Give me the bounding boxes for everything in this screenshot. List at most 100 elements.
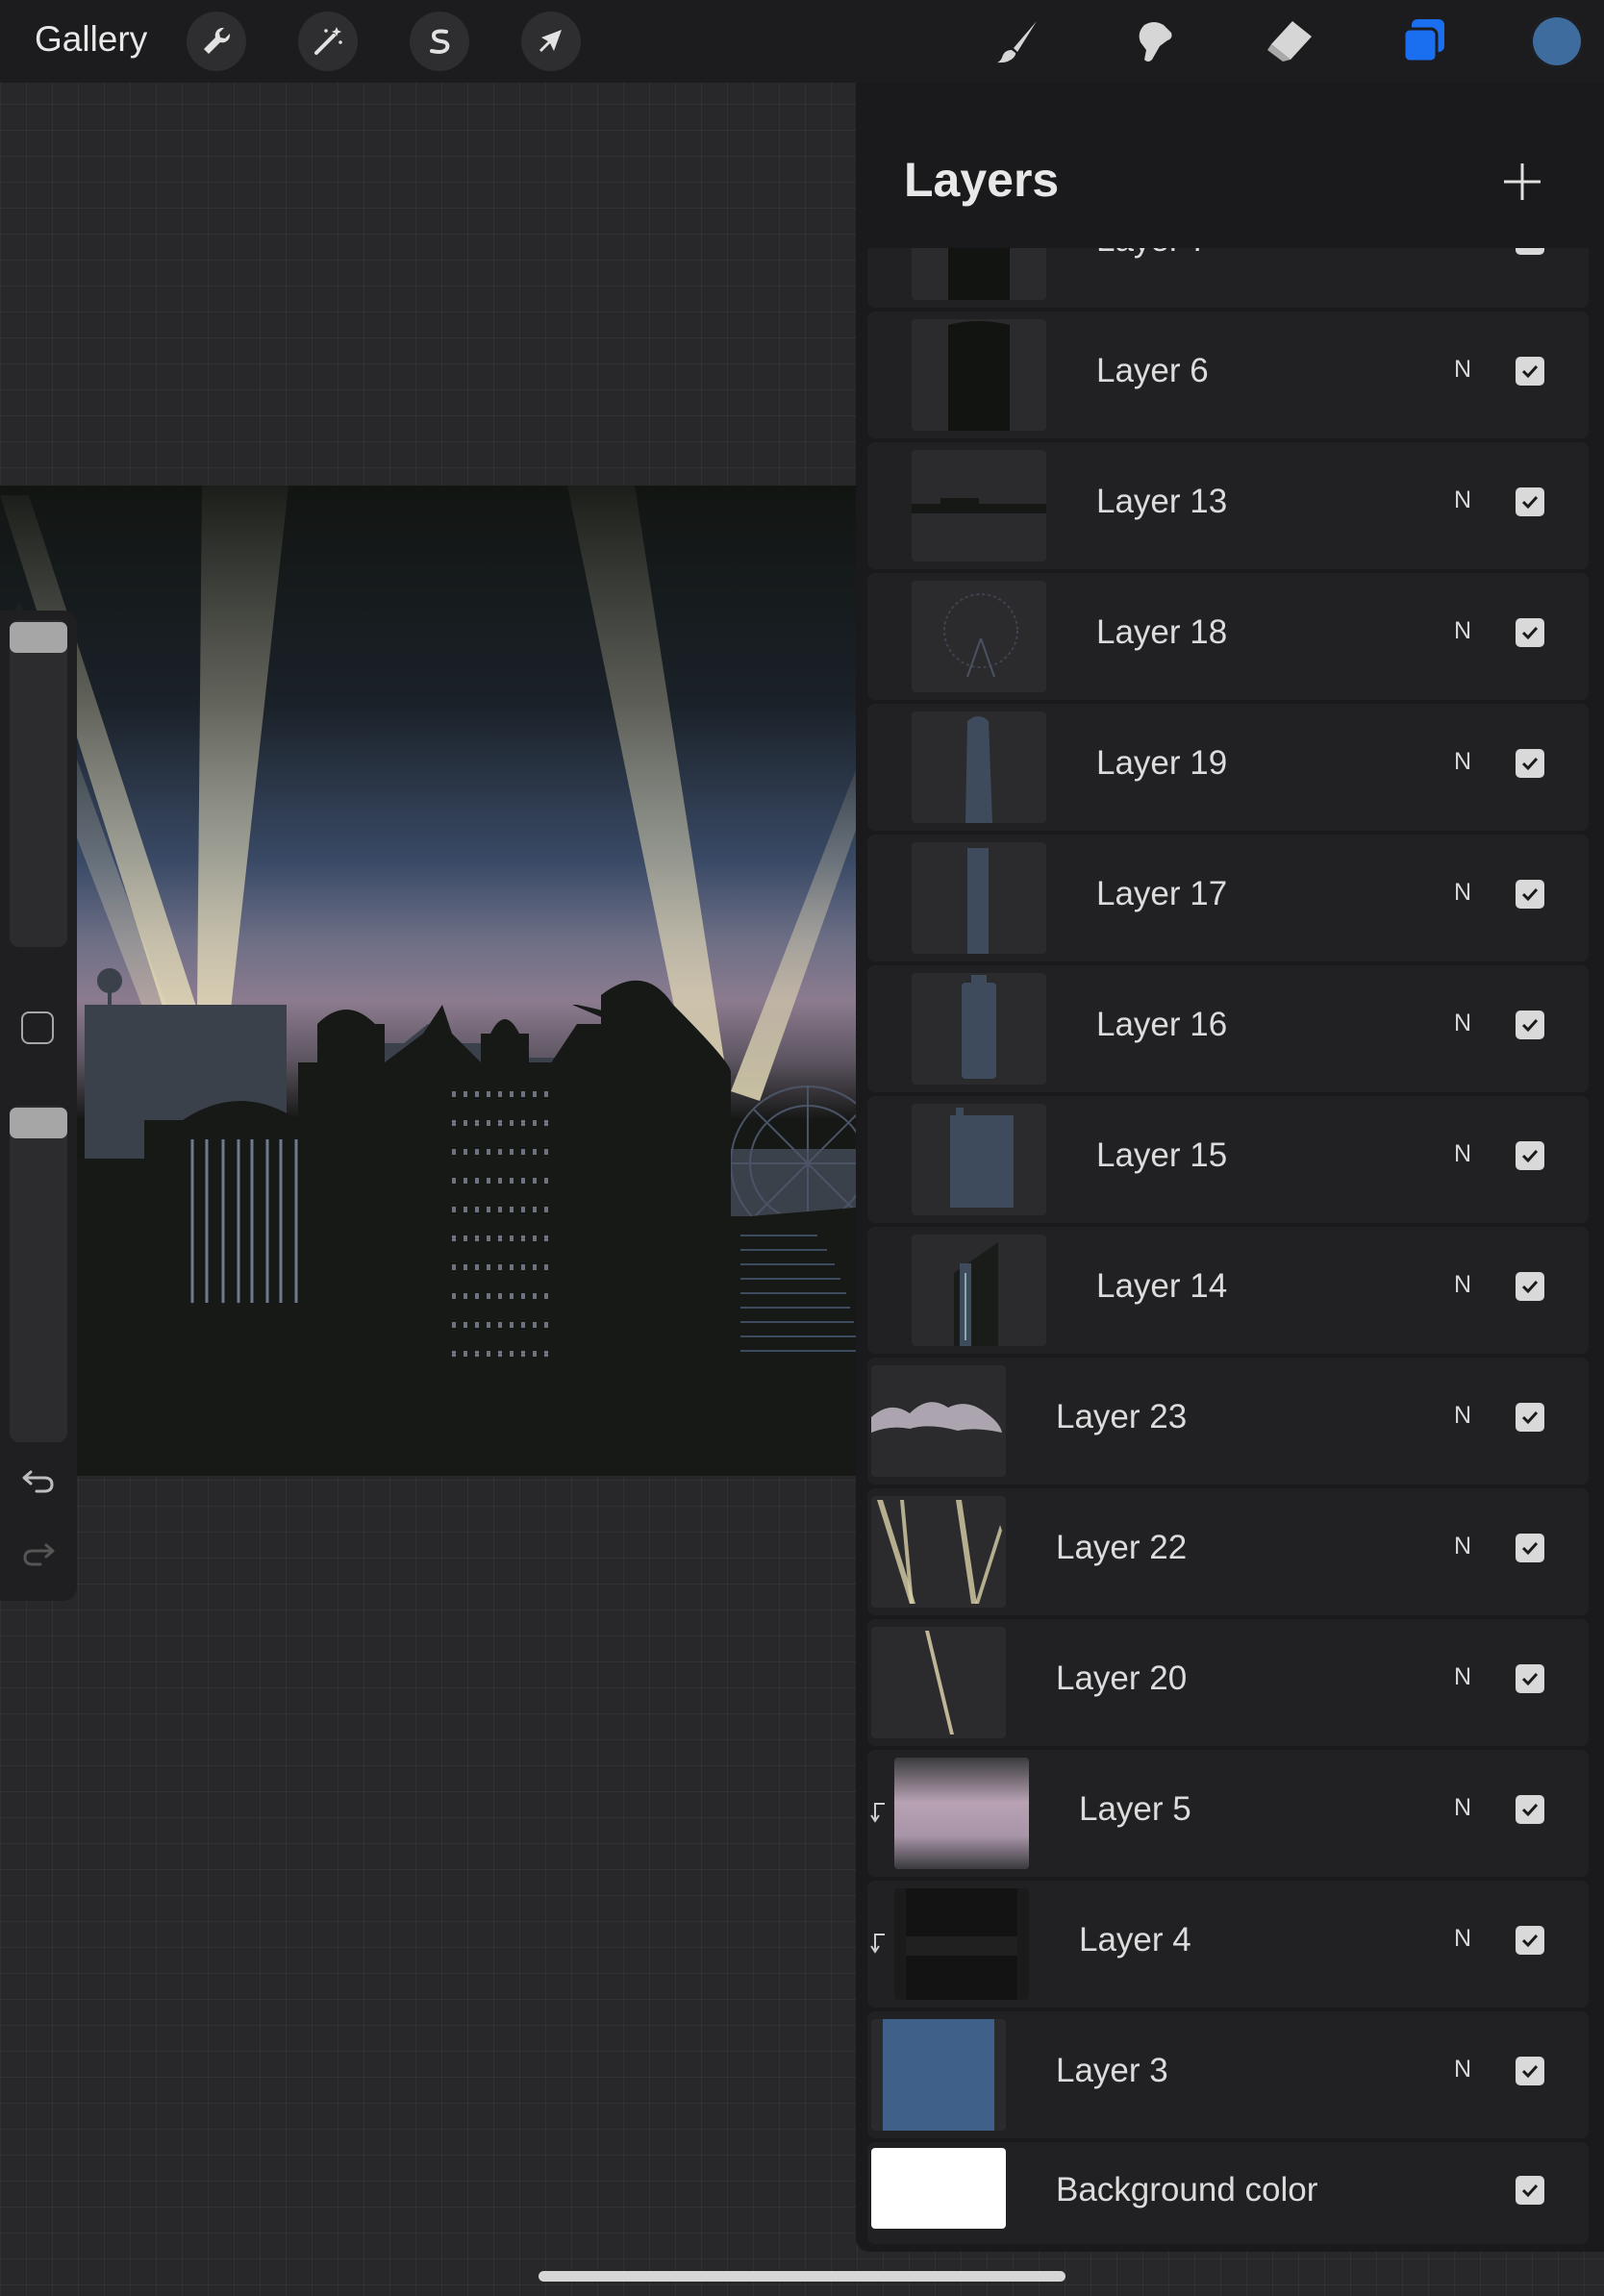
skyline-artwork: [0, 486, 865, 1476]
brush-size-knob[interactable]: [10, 622, 67, 653]
visibility-checkbox[interactable]: [1516, 880, 1544, 909]
visibility-checkbox[interactable]: [1516, 248, 1544, 255]
visibility-checkbox[interactable]: [1516, 2176, 1544, 2205]
blend-mode[interactable]: N: [1454, 1794, 1471, 1822]
blend-mode[interactable]: N: [1454, 1663, 1471, 1691]
panel-title: Layers: [904, 153, 1060, 207]
blend-mode[interactable]: N: [1454, 487, 1471, 514]
visibility-checkbox[interactable]: [1516, 487, 1544, 516]
layer-row[interactable]: Layer 16 N: [867, 965, 1589, 1092]
light-beam: [731, 745, 865, 1101]
visibility-checkbox[interactable]: [1516, 1011, 1544, 1039]
visibility-checkbox[interactable]: [1516, 1795, 1544, 1824]
layer-row[interactable]: Layer 13 N: [867, 442, 1589, 569]
visibility-checkbox[interactable]: [1516, 1403, 1544, 1432]
wrench-icon[interactable]: [187, 12, 246, 71]
visibility-checkbox[interactable]: [1516, 1664, 1544, 1693]
layer-row[interactable]: Layer 14 N: [867, 1227, 1589, 1354]
color-picker-swatch[interactable]: [1531, 15, 1583, 67]
top-toolbar: Gallery: [0, 0, 1604, 83]
layer-row[interactable]: Layer 23 N: [867, 1358, 1589, 1485]
layer-thumbnail: [912, 1104, 1046, 1215]
layer-thumbnail: [894, 1888, 1029, 2000]
selection-s-icon[interactable]: [410, 12, 469, 71]
blend-mode[interactable]: N: [1454, 1533, 1471, 1560]
modify-button[interactable]: [21, 1011, 54, 1044]
layer-list[interactable]: Layer 7 N Layer 6 N Layer 13 N: [867, 248, 1592, 2246]
blend-mode[interactable]: N: [1454, 879, 1471, 907]
visibility-checkbox[interactable]: [1516, 357, 1544, 386]
layer-row[interactable]: Layer 6 N: [867, 312, 1589, 438]
plus-icon[interactable]: [1500, 160, 1544, 204]
layer-name: Layer 20: [1056, 1660, 1188, 1697]
blend-mode[interactable]: N: [1454, 617, 1471, 645]
brush-icon[interactable]: [989, 12, 1048, 71]
layer-name: Layer 17: [1096, 875, 1228, 912]
layer-name: Layer 3: [1056, 2052, 1168, 2089]
layer-row[interactable]: Layer 7 N: [867, 248, 1589, 308]
layer-row[interactable]: Layer 18 N: [867, 573, 1589, 700]
layer-name: Layer 16: [1096, 1006, 1228, 1043]
layer-row[interactable]: Layer 20 N: [867, 1619, 1589, 1746]
home-indicator: [539, 2271, 1065, 2282]
layer-name: Background color: [1056, 2171, 1318, 2209]
layer-name: Layer 14: [1096, 1267, 1228, 1305]
redo-icon[interactable]: [21, 1539, 56, 1573]
layer-row[interactable]: Background color: [867, 2142, 1589, 2244]
layer-name: Layer 5: [1079, 1790, 1191, 1828]
undo-icon[interactable]: [21, 1466, 56, 1500]
layer-thumbnail: [912, 248, 1046, 300]
artwork-canvas[interactable]: [0, 486, 865, 1476]
layer-thumbnail: [871, 2019, 1006, 2131]
blend-mode[interactable]: N: [1454, 1402, 1471, 1430]
blend-mode[interactable]: N: [1454, 1271, 1471, 1299]
visibility-checkbox[interactable]: [1516, 618, 1544, 647]
visibility-checkbox[interactable]: [1516, 1141, 1544, 1170]
brush-size-slider[interactable]: [10, 620, 67, 947]
opacity-knob[interactable]: [10, 1108, 67, 1138]
layer-thumbnail: [912, 842, 1046, 954]
smudge-icon[interactable]: [1125, 12, 1185, 71]
layer-thumbnail: [912, 973, 1046, 1085]
layer-thumbnail: [912, 450, 1046, 562]
visibility-checkbox[interactable]: [1516, 2057, 1544, 2085]
visibility-checkbox[interactable]: [1516, 749, 1544, 778]
gallery-button[interactable]: Gallery: [35, 19, 147, 60]
transform-arrow-icon[interactable]: [521, 12, 581, 71]
blend-mode[interactable]: N: [1454, 1925, 1471, 1953]
visibility-checkbox[interactable]: [1516, 1534, 1544, 1562]
layer-row[interactable]: Layer 19 N: [867, 704, 1589, 831]
blend-mode[interactable]: N: [1454, 2056, 1471, 2084]
visibility-checkbox[interactable]: [1516, 1926, 1544, 1955]
layer-row[interactable]: Layer 5 N: [867, 1750, 1589, 1877]
visibility-checkbox[interactable]: [1516, 1272, 1544, 1301]
eraser-icon[interactable]: [1260, 12, 1319, 71]
layer-name: Layer 7: [1096, 248, 1209, 260]
layer-name: Layer 6: [1096, 352, 1209, 389]
layer-row[interactable]: Layer 17 N: [867, 835, 1589, 961]
layer-row[interactable]: Layer 15 N: [867, 1096, 1589, 1223]
layers-icon[interactable]: [1394, 12, 1454, 71]
layer-thumbnail: [871, 1365, 1006, 1477]
layer-name: Layer 18: [1096, 613, 1228, 651]
clipping-mask-icon: [867, 1931, 889, 1956]
layer-thumbnail: [871, 1627, 1006, 1738]
opacity-slider[interactable]: [10, 1106, 67, 1442]
blend-mode[interactable]: N: [1454, 748, 1471, 776]
layer-name: Layer 23: [1056, 1398, 1188, 1435]
layer-row[interactable]: Layer 4 N: [867, 1881, 1589, 2008]
layer-name: Layer 13: [1096, 483, 1228, 520]
blend-mode[interactable]: N: [1454, 248, 1471, 253]
layer-thumbnail: [871, 1496, 1006, 1608]
layer-row[interactable]: Layer 22 N: [867, 1488, 1589, 1615]
layer-thumbnail: [894, 1758, 1029, 1869]
magic-wand-icon[interactable]: [298, 12, 358, 71]
layer-row[interactable]: Layer 3 N: [867, 2011, 1589, 2138]
layer-thumbnail: [871, 2148, 1006, 2229]
blend-mode[interactable]: N: [1454, 1140, 1471, 1168]
clipping-mask-icon: [867, 1800, 889, 1825]
layers-panel: Layers Layer 7 N Layer 6 N La: [856, 83, 1604, 2252]
blend-mode[interactable]: N: [1454, 356, 1471, 384]
blend-mode[interactable]: N: [1454, 1010, 1471, 1037]
layer-name: Layer 19: [1096, 744, 1228, 782]
